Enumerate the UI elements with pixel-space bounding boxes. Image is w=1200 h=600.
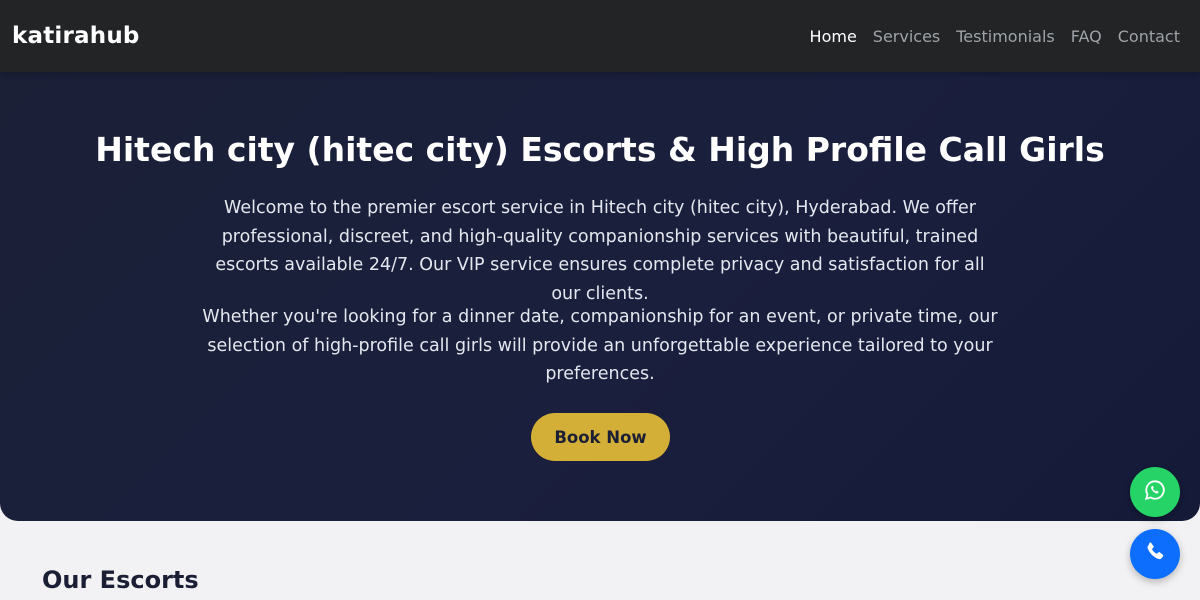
hero-intro-paragraph: Welcome to the premier escort service in… [215, 198, 985, 304]
navbar: katirahub Home Services Testimonials FAQ… [0, 0, 1200, 72]
brand-logo[interactable]: katirahub [12, 23, 140, 49]
nav-links: Home Services Testimonials FAQ Contact [810, 27, 1188, 46]
whatsapp-button[interactable] [1130, 467, 1180, 517]
book-now-button[interactable]: Book Now [531, 413, 670, 461]
phone-icon [1143, 540, 1167, 568]
hero-title: Hitech city (hitec city) Escorts & High … [95, 130, 1105, 169]
nav-link-contact[interactable]: Contact [1118, 27, 1180, 46]
nav-link-testimonials[interactable]: Testimonials [956, 27, 1055, 46]
nav-link-faq[interactable]: FAQ [1071, 27, 1102, 46]
phone-call-button[interactable] [1130, 529, 1180, 579]
nav-link-home[interactable]: Home [810, 27, 857, 46]
hero-second-paragraph: Whether you're looking for a dinner date… [202, 307, 998, 384]
hero-section: Hitech city (hitec city) Escorts & High … [0, 72, 1200, 521]
nav-link-services[interactable]: Services [873, 27, 940, 46]
whatsapp-icon [1144, 479, 1166, 505]
our-escorts-heading: Our Escorts [42, 566, 199, 594]
